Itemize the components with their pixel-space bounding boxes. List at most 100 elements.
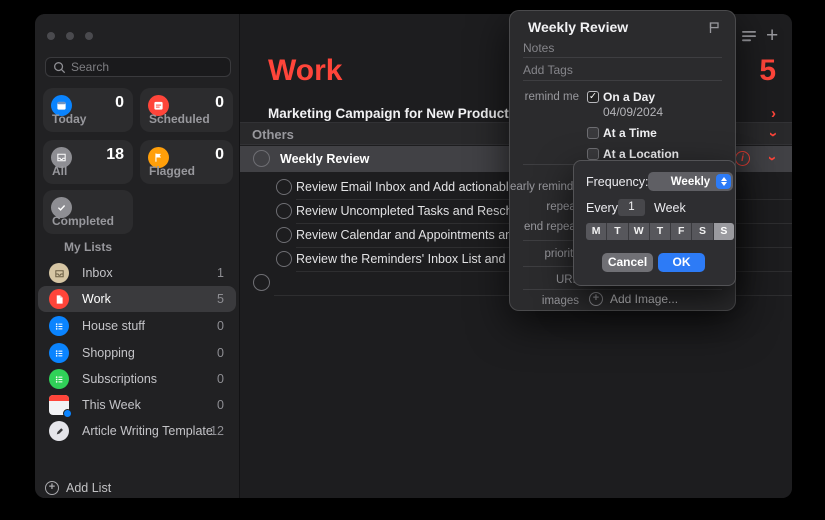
cancel-button[interactable]: Cancel (602, 253, 653, 272)
scheduled-count: 0 (215, 94, 224, 112)
card-completed[interactable]: Completed (43, 190, 133, 234)
frequency-dropdown[interactable]: Weekly (648, 172, 733, 191)
sidebar-item-work[interactable]: Work 5 (38, 286, 236, 312)
search-input[interactable]: Search (45, 57, 231, 77)
task-complete-circle[interactable] (276, 227, 292, 243)
sidebar-item-subscriptions[interactable]: Subscriptions 0 (38, 366, 236, 392)
sidebar-item-inbox[interactable]: Inbox 1 (38, 260, 236, 286)
list-name: Shopping (82, 346, 135, 360)
end-repeat-label: end repeat (510, 221, 579, 233)
list-count: 5 (217, 292, 224, 306)
weekday-wednesday[interactable]: W (629, 223, 650, 240)
card-flagged[interactable]: 0 Flagged (140, 140, 233, 184)
repeat-frequency-popover: Frequency: Weekly Every 1 Week M T W T F… (573, 160, 736, 286)
list-count: 12 (210, 424, 224, 438)
group-expand-chevron-icon[interactable]: › (771, 106, 776, 121)
divider (523, 80, 722, 81)
window-close-button[interactable] (47, 32, 55, 40)
weekday-friday[interactable]: F (671, 223, 692, 240)
flag-icon[interactable] (707, 21, 721, 39)
this-week-calendar-icon (49, 395, 69, 415)
task-complete-circle[interactable] (253, 150, 270, 167)
weekday-segmented-control: M T W T F S S (586, 223, 734, 240)
at-a-location-checkbox[interactable] (587, 148, 599, 160)
priority-label: priority (510, 248, 579, 260)
window-zoom-button[interactable] (85, 32, 93, 40)
card-scheduled[interactable]: 0 Scheduled (140, 88, 233, 132)
every-value-input[interactable]: 1 (618, 199, 645, 216)
completed-label: Completed (52, 214, 114, 228)
task-title: Weekly Review (280, 152, 369, 166)
task-collapse-chevron-icon[interactable]: › (765, 156, 780, 161)
card-today[interactable]: 0 Today (43, 88, 133, 132)
view-options-icon[interactable] (742, 30, 758, 48)
today-label: Today (52, 112, 86, 126)
shopping-list-icon (49, 343, 69, 363)
list-count: 0 (217, 319, 224, 333)
add-image-label: Add Image... (610, 292, 678, 306)
task-complete-circle[interactable] (276, 179, 292, 195)
divider (523, 289, 722, 290)
list-name: Work (82, 292, 111, 306)
card-all[interactable]: 18 All (43, 140, 133, 184)
add-image-plus-icon: + (589, 292, 603, 306)
search-icon (53, 61, 66, 74)
add-image-button[interactable]: + Add Image... (589, 292, 678, 306)
sidebar-item-this-week[interactable]: This Week 0 (38, 392, 236, 418)
smart-list-badge-icon (63, 409, 72, 418)
weekday-monday[interactable]: M (586, 223, 607, 240)
sidebar-item-article-writing-template[interactable]: Article Writing Template 12 (38, 418, 236, 444)
images-label: images (510, 295, 579, 307)
dropdown-stepper-icon (716, 174, 731, 189)
article-template-pencil-icon (49, 421, 69, 441)
new-task-circle[interactable] (253, 274, 270, 291)
task-complete-circle[interactable] (276, 251, 292, 267)
every-label: Every (586, 201, 618, 215)
url-label: URL (510, 274, 579, 286)
on-a-day-label: On a Day (603, 90, 655, 104)
search-placeholder: Search (71, 60, 109, 74)
remind-me-label: remind me (510, 91, 579, 103)
task-complete-circle[interactable] (276, 203, 292, 219)
add-reminder-icon[interactable]: + (766, 24, 778, 48)
weekday-saturday[interactable]: S (692, 223, 713, 240)
subtask-title: Review Uncompleted Tasks and Reschedule (296, 204, 543, 218)
list-count: 0 (217, 398, 224, 412)
divider (523, 57, 722, 58)
inbox-tray-icon (49, 263, 69, 283)
at-a-time-checkbox[interactable] (587, 127, 599, 139)
add-list-label: Add List (66, 481, 111, 495)
list-name: House stuff (82, 319, 145, 333)
list-total-count: 5 (759, 54, 776, 88)
ok-button[interactable]: OK (658, 253, 705, 272)
task-info-icon[interactable]: i (735, 151, 750, 166)
flagged-count: 0 (215, 146, 224, 164)
add-list-button[interactable]: + Add List (45, 481, 111, 495)
my-lists-header: My Lists (64, 240, 112, 254)
on-a-day-date[interactable]: 04/09/2024 (603, 105, 663, 119)
popup-title: Weekly Review (528, 19, 628, 35)
list-name: Article Writing Template (82, 424, 213, 438)
list-name: This Week (82, 398, 141, 412)
repeat-label: repeat (510, 201, 579, 213)
at-a-time-label: At a Time (603, 126, 657, 140)
all-count: 18 (106, 146, 124, 164)
list-name: Subscriptions (82, 372, 157, 386)
weekday-thursday[interactable]: T (650, 223, 671, 240)
notes-field[interactable]: Notes (523, 41, 554, 55)
at-a-location-label: At a Location (603, 147, 679, 161)
house-stuff-list-icon (49, 316, 69, 336)
section-collapse-chevron-icon[interactable]: › (766, 132, 781, 137)
window-minimize-button[interactable] (66, 32, 74, 40)
list-count: 0 (217, 372, 224, 386)
weekday-tuesday[interactable]: T (607, 223, 628, 240)
sidebar: Search 0 Today 0 Scheduled 18 All (35, 14, 240, 498)
group-header: Marketing Campaign for New Product Lau (268, 106, 537, 121)
on-a-day-checkbox[interactable]: ✓ (587, 91, 599, 103)
sidebar-item-shopping[interactable]: Shopping 0 (38, 340, 236, 366)
sidebar-item-house-stuff[interactable]: House stuff 0 (38, 313, 236, 339)
add-tags-field[interactable]: Add Tags (523, 63, 573, 77)
weekday-sunday[interactable]: S (714, 223, 734, 240)
early-reminder-label: early reminder (510, 181, 579, 193)
page-title: Work (268, 54, 342, 88)
